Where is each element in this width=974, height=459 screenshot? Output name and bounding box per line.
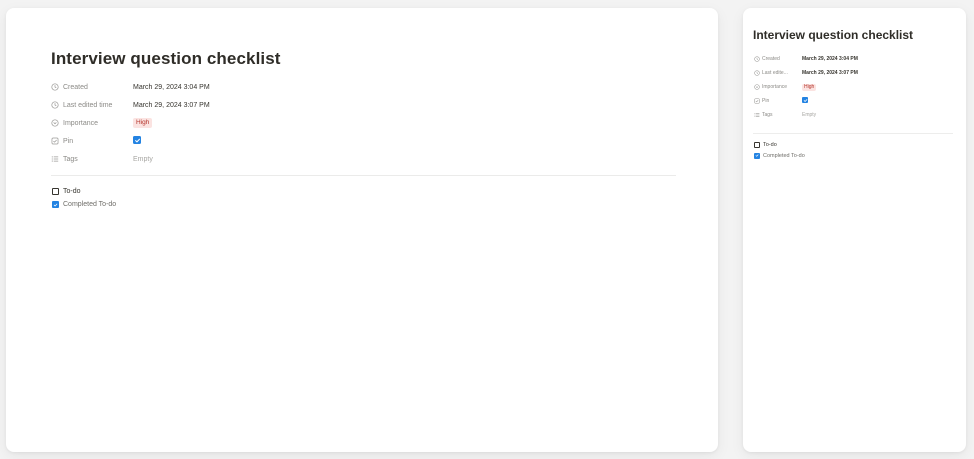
todo-label[interactable]: Completed To-do xyxy=(763,153,805,159)
property-name[interactable]: Tags xyxy=(754,112,802,118)
pin-checkbox[interactable] xyxy=(802,97,808,104)
property-row-importance[interactable]: Importance High xyxy=(754,80,954,94)
property-value[interactable]: High xyxy=(133,118,153,128)
property-row-pin[interactable]: Pin xyxy=(754,94,954,108)
divider xyxy=(753,133,953,134)
todo-checkbox[interactable] xyxy=(754,141,760,148)
clock-icon xyxy=(51,83,59,91)
property-value: March 29, 2024 3:04 PM xyxy=(802,56,858,62)
property-row-tags[interactable]: Tags Empty xyxy=(754,108,954,122)
property-name[interactable]: Created xyxy=(754,56,802,62)
todo-list: To-do Completed To-do xyxy=(52,185,116,211)
property-label: Importance xyxy=(762,84,788,90)
todo-checkbox[interactable] xyxy=(52,188,59,195)
property-row-created[interactable]: Created March 29, 2024 3:04 PM xyxy=(51,78,651,96)
property-label: Pin xyxy=(63,137,74,145)
page-title[interactable]: Interview question checklist xyxy=(51,49,281,69)
property-name[interactable]: Pin xyxy=(51,137,133,145)
property-name[interactable]: Tags xyxy=(51,155,133,163)
checkbox-icon xyxy=(754,98,760,104)
property-row-created[interactable]: Created March 29, 2024 3:04 PM xyxy=(754,52,954,66)
property-value: March 29, 2024 3:07 PM xyxy=(133,101,210,109)
list-icon xyxy=(51,155,59,163)
property-label: Importance xyxy=(63,119,99,127)
property-value[interactable]: High xyxy=(802,83,817,91)
checkbox-icon xyxy=(51,137,59,145)
property-value xyxy=(802,97,808,105)
property-name[interactable]: Last edite... xyxy=(754,70,802,76)
property-label: Pin xyxy=(762,98,770,104)
importance-badge[interactable]: High xyxy=(133,118,153,128)
todo-checkbox[interactable] xyxy=(754,152,760,159)
property-row-importance[interactable]: Importance High xyxy=(51,114,651,132)
todo-label[interactable]: Completed To-do xyxy=(63,201,116,208)
page-preview-large: Interview question checklist Created Mar… xyxy=(6,8,718,452)
todo-item[interactable]: Completed To-do xyxy=(52,198,116,211)
property-label: Tags xyxy=(63,155,78,163)
property-row-pin[interactable]: Pin xyxy=(51,132,651,150)
todo-item[interactable]: To-do xyxy=(754,139,805,150)
property-value xyxy=(133,136,141,146)
page-preview-small: Interview question checklist Created Mar… xyxy=(743,8,966,452)
todo-list: To-do Completed To-do xyxy=(754,139,805,161)
property-name[interactable]: Created xyxy=(51,83,133,91)
select-circle-icon xyxy=(51,119,59,127)
page-title[interactable]: Interview question checklist xyxy=(753,28,913,42)
property-value[interactable]: Empty xyxy=(133,156,153,163)
clock-icon xyxy=(754,56,760,62)
property-value[interactable]: Empty xyxy=(802,112,816,118)
clock-icon xyxy=(51,101,59,109)
pin-checkbox[interactable] xyxy=(133,136,141,145)
clock-icon xyxy=(754,70,760,76)
property-label: Created xyxy=(762,56,780,62)
property-value: March 29, 2024 3:04 PM xyxy=(133,83,210,91)
property-name[interactable]: Pin xyxy=(754,98,802,104)
property-name[interactable]: Importance xyxy=(51,119,133,127)
canvas: Interview question checklist Created Mar… xyxy=(0,0,974,459)
property-row-last-edited[interactable]: Last edited time March 29, 2024 3:07 PM xyxy=(51,96,651,114)
property-label: Last edite... xyxy=(762,70,788,76)
property-label: Last edited time xyxy=(63,101,113,109)
todo-item[interactable]: Completed To-do xyxy=(754,150,805,161)
property-label: Tags xyxy=(762,112,773,118)
todo-checkbox[interactable] xyxy=(52,201,59,208)
properties-list: Created March 29, 2024 3:04 PM Last edit… xyxy=(51,78,651,168)
todo-item[interactable]: To-do xyxy=(52,185,116,198)
property-label: Created xyxy=(63,83,88,91)
properties-list: Created March 29, 2024 3:04 PM Last edit… xyxy=(754,52,954,122)
property-row-last-edited[interactable]: Last edite... March 29, 2024 3:07 PM xyxy=(754,66,954,80)
select-circle-icon xyxy=(754,84,760,90)
property-value: March 29, 2024 3:07 PM xyxy=(802,70,858,76)
property-name[interactable]: Last edited time xyxy=(51,101,133,109)
todo-label[interactable]: To-do xyxy=(63,188,81,195)
divider xyxy=(51,175,676,176)
property-row-tags[interactable]: Tags Empty xyxy=(51,150,651,168)
importance-badge[interactable]: High xyxy=(802,83,817,91)
todo-label[interactable]: To-do xyxy=(763,142,777,148)
list-icon xyxy=(754,112,760,118)
property-name[interactable]: Importance xyxy=(754,84,802,90)
